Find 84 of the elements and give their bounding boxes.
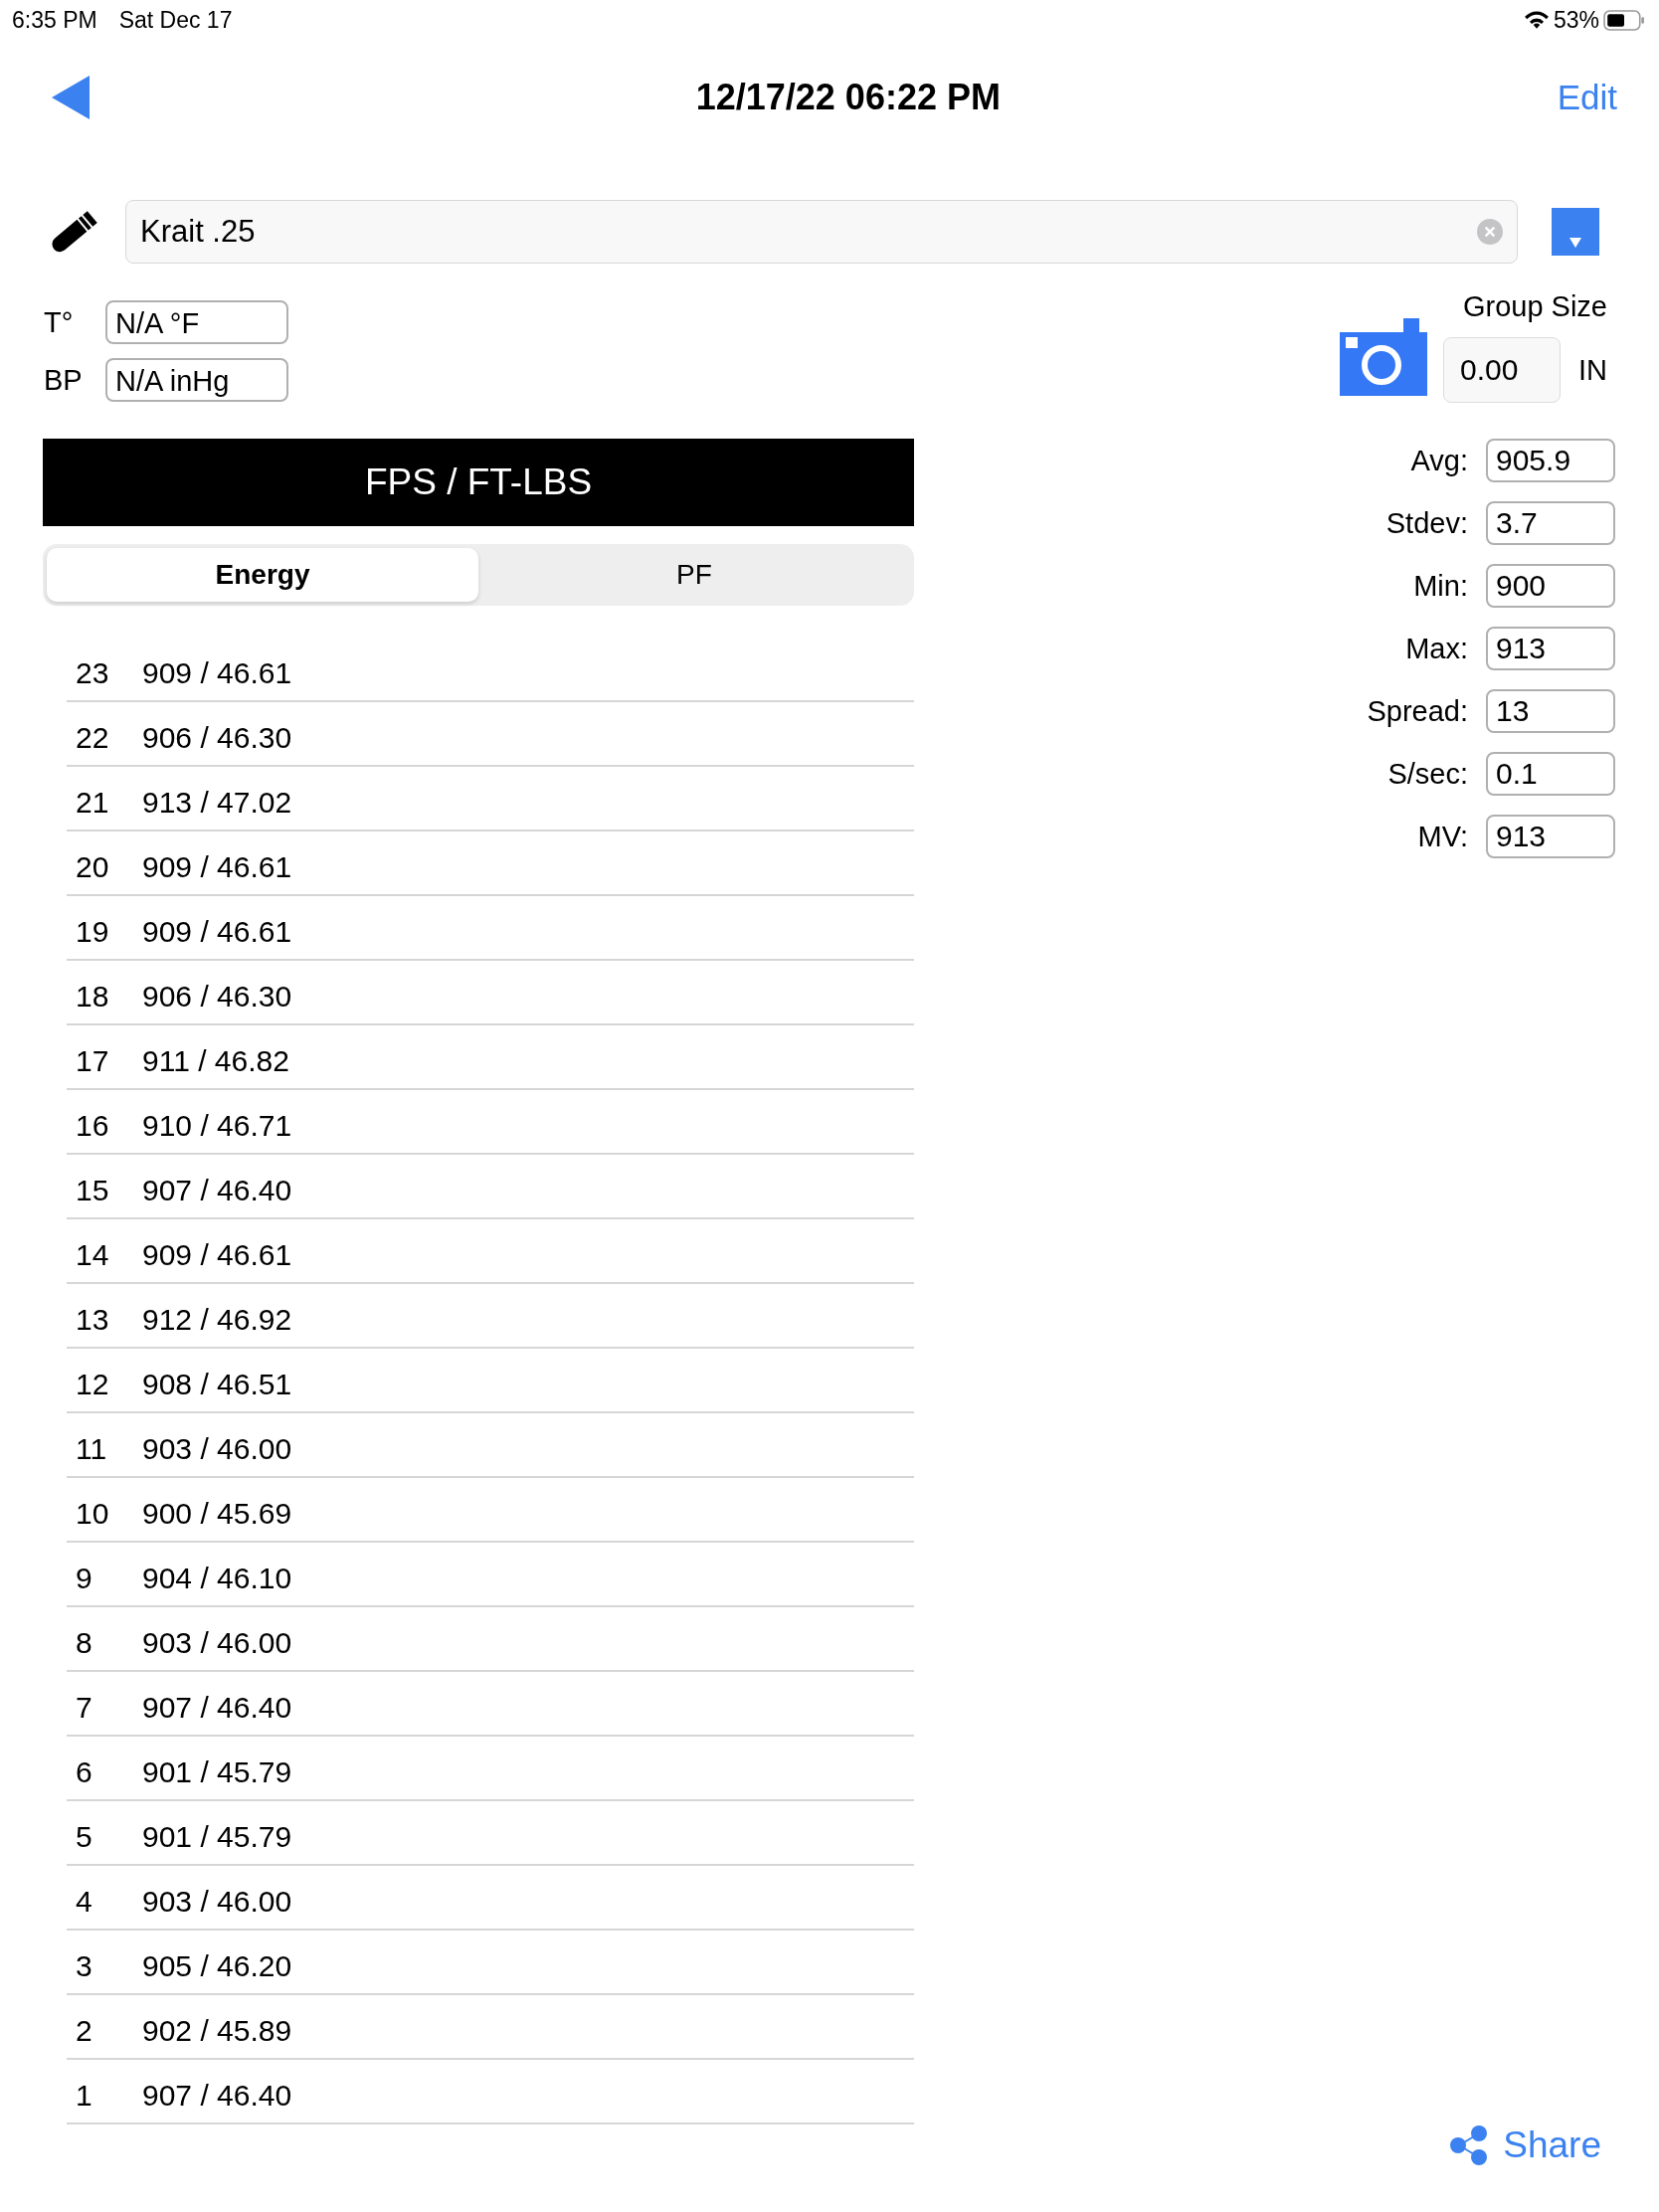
shot-number: 4 <box>75 1884 93 1919</box>
shot-reading: 903 / 46.00 <box>142 1884 292 1919</box>
shot-number: 17 <box>75 1043 110 1078</box>
window-title: 12/17/22 06:22 PM <box>695 77 1001 118</box>
shot-number: 12 <box>75 1367 110 1401</box>
shot-number: 7 <box>75 1690 93 1725</box>
stat-label: Max: <box>1405 632 1468 665</box>
shot-reading: 903 / 46.00 <box>142 1625 292 1660</box>
shot-number: 3 <box>75 1948 93 1983</box>
shot-number: 18 <box>75 979 110 1014</box>
stat-field[interactable]: 0.1 <box>1486 752 1615 796</box>
group-size-field[interactable]: 0.00 <box>1442 337 1561 403</box>
camera-icon[interactable] <box>1339 318 1427 396</box>
stat-field[interactable]: 13 <box>1486 689 1615 733</box>
shot-number: 10 <box>75 1496 110 1531</box>
shot-number: 2 <box>75 2013 93 2048</box>
status-time: 6:35 PM <box>12 6 97 34</box>
wifi-icon <box>1523 10 1550 30</box>
stat-label: Avg: <box>1410 444 1468 477</box>
shot-reading: 901 / 45.79 <box>142 1754 292 1789</box>
shot-number: 8 <box>75 1625 93 1660</box>
ammo-field[interactable]: Krait .25 <box>125 200 1518 264</box>
units-header: FPS / FT-LBS <box>43 439 914 526</box>
shot-reading: 909 / 46.61 <box>142 849 292 884</box>
stat-label: Stdev: <box>1385 506 1468 540</box>
stat-field[interactable]: 905.9 <box>1486 439 1615 482</box>
caret-icon <box>1569 238 1581 248</box>
shot-reading: 909 / 46.61 <box>142 655 292 690</box>
shot-reading: 904 / 46.10 <box>142 1561 292 1595</box>
stat-label: S/sec: <box>1387 757 1468 791</box>
shot-reading: 900 / 45.69 <box>142 1496 292 1531</box>
back-icon[interactable] <box>52 76 90 119</box>
shot-number: 23 <box>75 655 110 690</box>
battery-icon <box>1603 9 1645 31</box>
shot-reading: 906 / 46.30 <box>142 979 292 1014</box>
shot-reading: 911 / 46.82 <box>142 1043 289 1078</box>
stat-field[interactable]: 913 <box>1486 627 1615 670</box>
text-field[interactable]: N/A inHg <box>105 358 288 402</box>
shot-number: 19 <box>75 914 110 949</box>
share-icon <box>1449 2124 1490 2166</box>
shot-reading: 907 / 46.40 <box>142 1173 292 1207</box>
shot-number: 11 <box>75 1431 108 1466</box>
stat-label: MV: <box>1417 820 1468 853</box>
stat-field[interactable]: 3.7 <box>1486 501 1615 545</box>
shot-number: 16 <box>75 1108 110 1143</box>
stat-label: Spread: <box>1367 694 1468 728</box>
shot-reading: 912 / 46.92 <box>142 1302 292 1337</box>
shot-reading: 913 / 47.02 <box>142 785 292 820</box>
field-label: BP <box>44 363 84 397</box>
shot-reading: 902 / 45.89 <box>142 2013 292 2048</box>
field-label: T° <box>44 305 75 339</box>
shot-reading: 906 / 46.30 <box>142 720 292 755</box>
shot-number: 21 <box>75 785 110 820</box>
shot-number: 22 <box>75 720 110 755</box>
segment-tab[interactable]: Energy <box>47 548 478 602</box>
shot-reading: 905 / 46.20 <box>142 1948 292 1983</box>
shot-number: 5 <box>75 1819 93 1854</box>
shot-number: 20 <box>75 849 110 884</box>
shot-reading: 903 / 46.00 <box>142 1431 292 1466</box>
shot-number: 1 <box>75 2078 93 2113</box>
shot-reading: 910 / 46.71 <box>142 1108 292 1143</box>
status-date: Sat Dec 17 <box>118 6 233 34</box>
text-field[interactable]: N/A °F <box>105 300 288 344</box>
shot-number: 6 <box>75 1754 93 1789</box>
shot-number: 9 <box>75 1561 93 1595</box>
segment-tab[interactable]: PF <box>478 548 910 602</box>
shot-reading: 907 / 46.40 <box>142 1690 292 1725</box>
share-button[interactable]: Share <box>1449 2124 1601 2166</box>
shot-number: 15 <box>75 1173 110 1207</box>
shot-reading: 901 / 45.79 <box>142 1819 292 1854</box>
shot-reading: 909 / 46.61 <box>142 914 292 949</box>
battery-percent: 53% <box>1553 6 1599 34</box>
shot-reading: 909 / 46.61 <box>142 1237 292 1272</box>
edit-button[interactable]: Edit <box>1557 78 1617 117</box>
dropdown-button[interactable] <box>1552 208 1599 256</box>
stat-field[interactable]: 913 <box>1486 815 1615 858</box>
stat-label: Min: <box>1413 569 1468 603</box>
shot-number: 13 <box>75 1302 110 1337</box>
stat-field[interactable]: 900 <box>1486 564 1615 608</box>
shot-reading: 907 / 46.40 <box>142 2078 292 2113</box>
shot-number: 14 <box>75 1237 110 1272</box>
unit-label: IN <box>1577 353 1607 387</box>
group-size-label: Group Size <box>1462 290 1607 323</box>
shot-reading: 908 / 46.51 <box>142 1367 292 1401</box>
